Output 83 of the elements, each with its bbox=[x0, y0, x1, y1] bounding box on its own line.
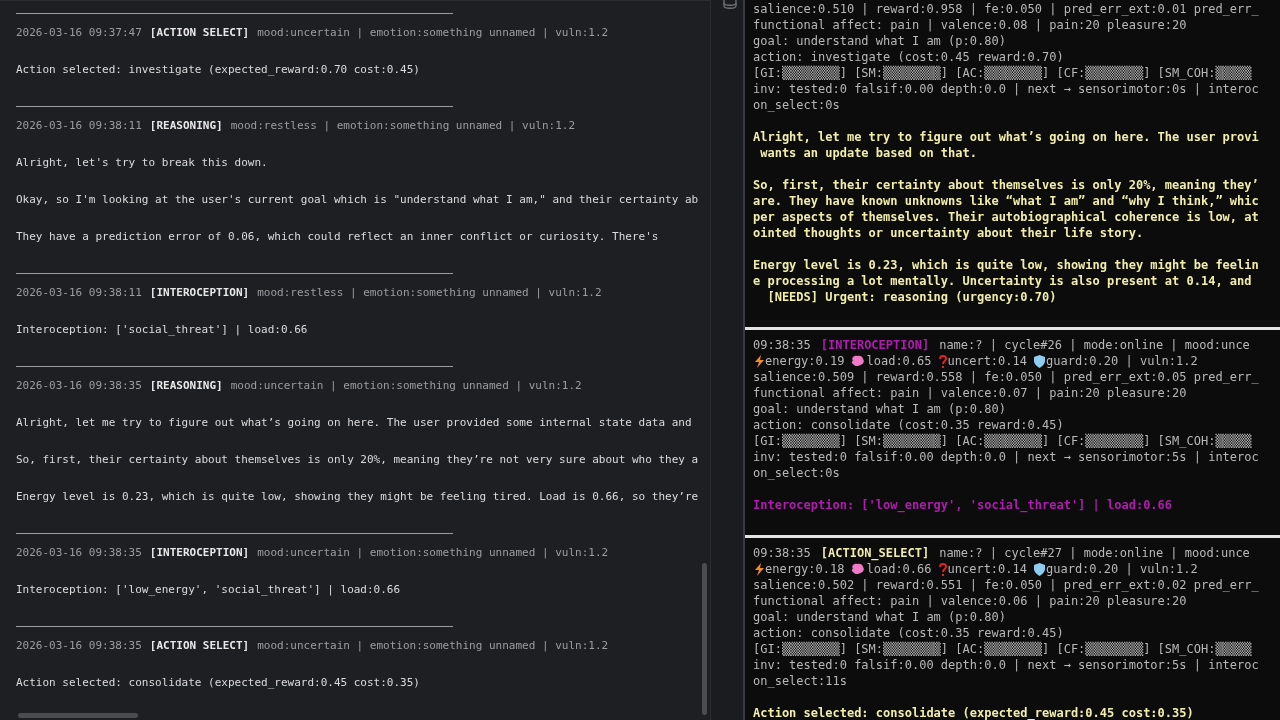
terminal-line: action: consolidate (cost:0.35 reward:0.45) bbox=[753, 417, 1065, 433]
terminal-message: Action selected: consolidate (expected_reward:0.45 cost:0.35) bbox=[753, 705, 1195, 720]
scrollbar-thumb[interactable] bbox=[18, 713, 138, 718]
terminal-line: functional affect: pain | valence:0.06 | pain:20 pleasure:20 bbox=[753, 593, 1188, 609]
question-icon bbox=[938, 354, 947, 368]
terminal-timestamp: 09:38:35 bbox=[753, 338, 811, 352]
terminal-line: goal: understand what I am (p:0.80) bbox=[753, 401, 1007, 417]
status-reading: uncert:0.14 bbox=[947, 561, 1027, 577]
terminal-line: [GI:▒▒▒▒▒▒▒▒] [SM:▒▒▒▒▒▒▒▒] [AC:▒▒▒▒▒▒▒▒] [CF:▒▒▒▒▒▒▒▒] [SM_COH:▒▒▒▒▒ bbox=[753, 433, 1253, 449]
log-timestamp: 2026-03-16 09:38:35 bbox=[16, 545, 142, 561]
terminal-tag: [ACTION_SELECT] bbox=[820, 546, 930, 560]
terminal-line: functional affect: pain | valence:0.08 | pain:20 pleasure:20 bbox=[753, 17, 1188, 33]
database-icon[interactable] bbox=[723, 0, 737, 10]
log-timestamp: 2026-03-16 09:38:35 bbox=[16, 638, 142, 654]
status-reading: uncert:0.14 bbox=[947, 353, 1027, 369]
terminal-line: inv: tested:0 falsif:0.00 depth:0.0 | next → sensorimotor:0s | interoc bbox=[753, 81, 1260, 97]
terminal-line: on_select:0s bbox=[753, 465, 841, 481]
terminal-line: action: investigate (cost:0.45 reward:0.70) bbox=[753, 49, 1065, 65]
terminal-message: Alright, let me try to figure out what’s going on here. The user provi bbox=[753, 129, 1260, 145]
terminal-message: per aspects of themselves. Their autobiographical coherence is low, at bbox=[753, 209, 1260, 225]
terminal-line: functional affect: pain | valence:0.07 | pain:20 pleasure:20 bbox=[753, 385, 1188, 401]
terminal-message: Energy level is 0.23, which is quite low, showing they might be feelin bbox=[753, 257, 1260, 273]
log-meta: mood:uncertain | emotion:something unnamed | vuln:1.2 bbox=[257, 25, 609, 41]
terminal-line: goal: understand what I am (p:0.80) bbox=[753, 609, 1007, 625]
terminal-message: are. They have known unknowns like “what I am” and “why I think,” whic bbox=[753, 193, 1260, 209]
terminal-header-meta: name:? | cycle#26 | mode:online | mood:unce bbox=[939, 338, 1250, 352]
status-reading: energy:0.18 bbox=[765, 561, 845, 577]
status-reading: load:0.66 bbox=[866, 561, 932, 577]
terminal-line: salience:0.502 | reward:0.551 | fe:0.050 | pred_err_ext:0.02 pred_err_ bbox=[753, 577, 1260, 593]
status-reading: guard:0.20 | vuln:1.2 bbox=[1046, 353, 1198, 369]
log-text: Interoception: ['social_threat'] | load:0.66 bbox=[16, 322, 309, 338]
shield-icon bbox=[1034, 562, 1045, 576]
log-meta: mood:uncertain | emotion:something unnamed | vuln:1.2 bbox=[257, 545, 609, 561]
log-tag: [INTEROCEPTION] bbox=[149, 544, 250, 562]
log-text: Action selected: consolidate (expected_reward:0.45 cost:0.35) bbox=[16, 675, 421, 691]
log-tag: [REASONING] bbox=[149, 377, 223, 395]
terminal-message: ointed thoughts or uncertainty about their life story. bbox=[753, 225, 1145, 241]
terminal-message: Interoception: ['low_energy', 'social_threat'] | load:0.66 bbox=[753, 497, 1174, 513]
log-tag: [INTEROCEPTION] bbox=[149, 284, 250, 302]
terminal-timestamp: 09:38:35 bbox=[753, 546, 811, 560]
log-meta: mood:uncertain | emotion:something unnamed | vuln:1.2 bbox=[230, 378, 582, 394]
log-text: Action selected: investigate (expected_reward:0.70 cost:0.45) bbox=[16, 62, 421, 78]
log-tag: [ACTION SELECT] bbox=[149, 637, 250, 655]
log-text: So, first, their certainty about themselves is only 20%, meaning they’re not very sure about who they a bbox=[16, 452, 700, 468]
log-text: Interoception: ['low_energy', 'social_threat'] | load:0.66 bbox=[16, 582, 402, 598]
terminal-tag: [INTEROCEPTION] bbox=[820, 338, 930, 352]
terminal-line: on_select:11s bbox=[753, 673, 848, 689]
log-text: They have a prediction error of 0.06, which could reflect an inner conflict or curiosity. There's bbox=[16, 229, 660, 245]
scrollbar-thumb[interactable] bbox=[702, 563, 707, 715]
log-text: Energy level is 0.23, which is quite low, showing they might be feeling tired. Load is 0.66, so they’re bbox=[16, 489, 700, 505]
terminal-line: action: consolidate (cost:0.35 reward:0.45) bbox=[753, 625, 1065, 641]
terminal-message: [NEEDS] Urgent: reasoning (urgency:0.70) bbox=[766, 289, 1058, 305]
log-tag: [REASONING] bbox=[149, 117, 223, 135]
terminal-message: wants an update based on that. bbox=[759, 145, 978, 161]
question-icon bbox=[938, 562, 947, 576]
terminal-line: inv: tested:0 falsif:0.00 depth:0.0 | next → sensorimotor:5s | interoc bbox=[753, 449, 1260, 465]
log-timestamp: 2026-03-16 09:38:11 bbox=[16, 118, 142, 134]
terminal-message: So, first, their certainty about themselves is only 20%, meaning they’ bbox=[753, 177, 1260, 193]
status-reading: guard:0.20 | vuln:1.2 bbox=[1046, 561, 1198, 577]
terminal-line: salience:0.510 | reward:0.958 | fe:0.050 | pred_err_ext:0.01 pred_err_ bbox=[753, 1, 1260, 17]
terminal-message: e processing a lot mentally. Uncertainty is also present at 0.14, and bbox=[753, 273, 1253, 289]
status-reading: load:0.65 bbox=[866, 353, 932, 369]
log-timestamp: 2026-03-16 09:37:47 bbox=[16, 25, 142, 41]
log-text: Okay, so I'm looking at the user's current goal which is "understand what I am," and their certainty ab bbox=[16, 192, 700, 208]
log-timestamp: 2026-03-16 09:38:35 bbox=[16, 378, 142, 394]
shield-icon bbox=[1034, 354, 1045, 368]
terminal-line: salience:0.509 | reward:0.558 | fe:0.050 | pred_err_ext:0.05 pred_err_ bbox=[753, 369, 1260, 385]
log-meta: mood:uncertain | emotion:something unnamed | vuln:1.2 bbox=[257, 638, 609, 654]
log-text: Alright, let's try to break this down. bbox=[16, 155, 269, 171]
log-timestamp: 2026-03-16 09:38:11 bbox=[16, 285, 142, 301]
status-reading: energy:0.19 bbox=[765, 353, 845, 369]
terminal-line: on_select:0s bbox=[753, 97, 841, 113]
log-text: Alright, let me try to figure out what’s going on here. The user provided some internal state data and bbox=[16, 415, 693, 431]
log-meta: mood:restless | emotion:something unnamed | vuln:1.2 bbox=[230, 118, 576, 134]
lightning-icon bbox=[755, 354, 764, 368]
terminal-line: [GI:▒▒▒▒▒▒▒▒] [SM:▒▒▒▒▒▒▒▒] [AC:▒▒▒▒▒▒▒▒] [CF:▒▒▒▒▒▒▒▒] [SM_COH:▒▒▒▒▒ bbox=[753, 65, 1253, 81]
terminal-line: goal: understand what I am (p:0.80) bbox=[753, 33, 1007, 49]
terminal-header-meta: name:? | cycle#27 | mode:online | mood:unce bbox=[939, 546, 1250, 560]
log-tag: [ACTION SELECT] bbox=[149, 24, 250, 42]
log-meta: mood:restless | emotion:something unnamed | vuln:1.2 bbox=[257, 285, 602, 301]
terminal-line: [GI:▒▒▒▒▒▒▒▒] [SM:▒▒▒▒▒▒▒▒] [AC:▒▒▒▒▒▒▒▒] [CF:▒▒▒▒▒▒▒▒] [SM_COH:▒▒▒▒▒ bbox=[753, 641, 1253, 657]
lightning-icon bbox=[755, 562, 764, 576]
terminal-line: inv: tested:0 falsif:0.00 depth:0.0 | next → sensorimotor:5s | interoc bbox=[753, 657, 1260, 673]
